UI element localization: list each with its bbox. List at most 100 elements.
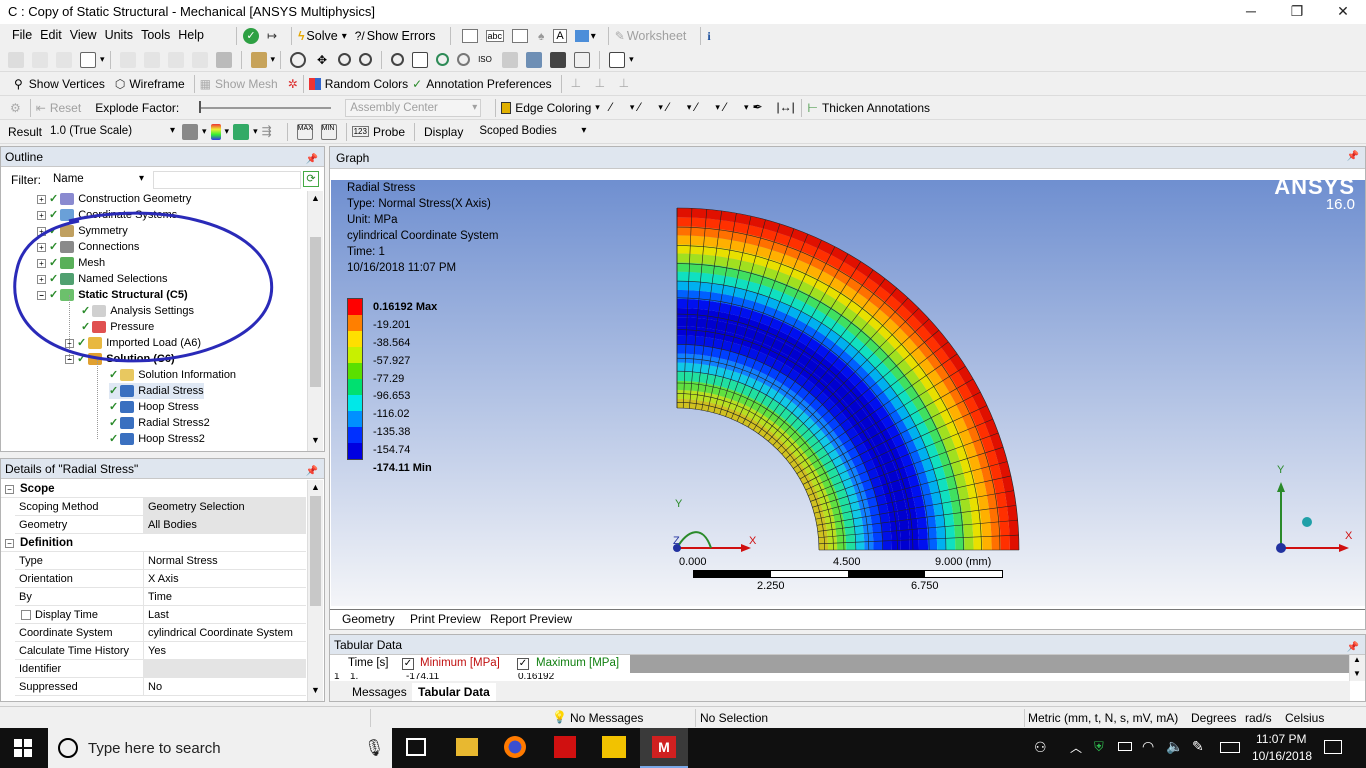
ruler3-icon[interactable]: ⊥	[619, 76, 635, 92]
check-icon[interactable]: ✓	[243, 28, 259, 44]
pan-icon[interactable]: ✥	[314, 52, 330, 68]
status-celsius[interactable]: Celsius	[1285, 711, 1324, 725]
detail-value[interactable]: Last	[143, 606, 306, 624]
edge-display-icon-2[interactable]: ⁄	[638, 100, 654, 116]
max-label-icon[interactable]: MAX	[296, 123, 313, 140]
probe-button[interactable]: Probe	[373, 125, 405, 139]
scope-group[interactable]: − Scope	[1, 480, 306, 498]
geometry-display-icon[interactable]	[182, 123, 199, 140]
zoom-to-fit-icon[interactable]	[436, 53, 450, 66]
detail-value[interactable]: Yes	[143, 642, 306, 660]
tree-item-radial-stress2[interactable]: ✓ Radial Stress2	[109, 415, 210, 431]
filter-select[interactable]: Name	[49, 171, 147, 189]
filter-input[interactable]	[153, 171, 301, 189]
graphics-viewport[interactable]: Radial Stress Type: Normal Stress(X Axis…	[331, 174, 1365, 606]
contour-icon[interactable]	[210, 123, 221, 140]
extend-select-icon[interactable]	[250, 51, 267, 68]
menu-view[interactable]: View	[66, 24, 101, 47]
tag-icon[interactable]	[574, 51, 591, 68]
previous-view-icon[interactable]	[502, 51, 519, 68]
thin-annotation-icon[interactable]: |↔|	[776, 100, 794, 116]
chart-icon[interactable]	[461, 29, 478, 43]
menu-units[interactable]: Units	[101, 24, 137, 47]
detail-row-coordinate-system[interactable]: Coordinate System cylindrical Coordinate …	[15, 624, 306, 642]
detail-value[interactable]: X Axis	[143, 570, 306, 588]
tabular-row[interactable]: 1 1. -174.11 0.16192	[330, 673, 630, 681]
next-view-icon[interactable]	[526, 51, 543, 68]
people-icon[interactable]: ⚇	[1034, 739, 1047, 756]
col-time[interactable]: Time [s]	[348, 657, 388, 669]
detail-row-type[interactable]: Type Normal Stress	[15, 552, 306, 570]
detail-row-display-time[interactable]: Display Time Last	[15, 606, 306, 624]
zoom-fit-box-icon[interactable]	[412, 51, 429, 68]
expand-icon[interactable]: +	[37, 194, 46, 204]
thicken-annotations-button[interactable]: Thicken Annotations	[822, 101, 930, 115]
details-scrollbar[interactable]: ▲ ▼	[307, 480, 323, 701]
info-icon[interactable]: i	[707, 29, 710, 44]
firefox-icon[interactable]	[504, 736, 526, 758]
pen-icon[interactable]: ✎	[1192, 738, 1204, 755]
detail-row-identifier[interactable]: Identifier	[15, 660, 306, 678]
select-point-icon[interactable]	[32, 51, 48, 68]
xyz-icon[interactable]	[56, 51, 72, 68]
display-time-checkbox[interactable]	[21, 610, 31, 620]
edge-display-icon-1[interactable]: ⁄	[610, 100, 626, 116]
select-mode-icon[interactable]	[8, 51, 24, 68]
outline-scrollbar[interactable]: ▲ ▼	[307, 191, 323, 451]
task-view-icon[interactable]	[406, 738, 426, 756]
keyboard-icon[interactable]	[1220, 742, 1240, 753]
start-windows-icon[interactable]	[14, 739, 32, 757]
col-maximum[interactable]: Maximum [MPa]	[536, 657, 619, 669]
tab-messages[interactable]: Messages	[352, 685, 407, 699]
ansys-workbench-icon[interactable]	[602, 736, 626, 758]
ruler-icon[interactable]: ⊥	[571, 76, 587, 92]
zoom-box-icon[interactable]	[359, 53, 373, 66]
pin-annotation-icon[interactable]: ✒	[752, 100, 768, 116]
section-icon[interactable]	[550, 51, 567, 68]
zoom-fit-icon[interactable]	[391, 53, 405, 66]
detail-value[interactable]: No	[143, 678, 306, 696]
detail-row-geometry[interactable]: Geometry All Bodies	[15, 516, 306, 534]
tree-item-hoop-stress2[interactable]: ✓ Hoop Stress2	[109, 431, 205, 447]
tray-chevron-icon[interactable]: ︿	[1070, 739, 1082, 756]
assembly-center-select[interactable]: Assembly Center	[345, 98, 482, 117]
definition-group[interactable]: − Definition	[1, 534, 306, 552]
menu-file[interactable]: File	[8, 24, 36, 47]
col-minimum[interactable]: Minimum [MPa]	[420, 657, 500, 669]
pin-icon[interactable]: 📌	[1347, 151, 1359, 162]
detail-value[interactable]: Geometry Selection	[143, 498, 306, 516]
security-icon[interactable]: ⛨	[1094, 739, 1104, 755]
tree-item-radial-stress[interactable]: ✓ Radial Stress	[109, 383, 204, 399]
edge-display-icon-5[interactable]: ⁄	[724, 100, 740, 116]
solve-button[interactable]: Solve	[306, 29, 337, 43]
abc-icon[interactable]: abc	[485, 30, 505, 42]
status-rads[interactable]: rad/s	[1245, 711, 1272, 725]
battery-icon[interactable]	[1118, 742, 1132, 751]
viewport-layout-icon[interactable]	[609, 51, 626, 68]
scale-select[interactable]: 1.0 (True Scale)	[46, 123, 178, 141]
random-colors-button[interactable]: Random Colors	[325, 77, 408, 91]
body-select-icon[interactable]	[215, 51, 232, 68]
ruler2-icon[interactable]: ⊥	[595, 76, 611, 92]
probe-tool-icon[interactable]: ♠	[538, 29, 544, 43]
detail-row-suppressed[interactable]: Suppressed No	[15, 678, 306, 696]
edge-select-icon[interactable]	[167, 51, 184, 68]
show-errors-button[interactable]: Show Errors	[367, 29, 436, 43]
reset-button[interactable]: Reset	[50, 101, 81, 115]
worksheet-button[interactable]: Worksheet	[627, 29, 687, 43]
status-units[interactable]: Metric (mm, t, N, s, mV, mA)	[1028, 711, 1178, 725]
select-box-icon[interactable]	[80, 51, 96, 68]
text-annotation-icon[interactable]: A	[553, 29, 567, 43]
annotation-preferences-button[interactable]: Annotation Preferences	[426, 77, 551, 91]
solve-dropdown-icon[interactable]: ▾	[342, 31, 347, 42]
clock-date[interactable]: 10/16/2018	[1252, 749, 1312, 763]
menu-tools[interactable]: Tools	[137, 24, 174, 47]
detail-row-scoping-method[interactable]: Scoping Method Geometry Selection	[15, 498, 306, 516]
pin-icon[interactable]: 📌	[306, 462, 318, 482]
status-messages[interactable]: No Messages	[570, 711, 643, 725]
zoom-icon[interactable]	[338, 53, 352, 66]
pointer-icon[interactable]	[119, 51, 136, 68]
tab-print-preview[interactable]: Print Preview	[410, 612, 481, 626]
tab-geometry[interactable]: Geometry	[340, 612, 397, 626]
edge-display-icon-3[interactable]: ⁄	[667, 100, 683, 116]
